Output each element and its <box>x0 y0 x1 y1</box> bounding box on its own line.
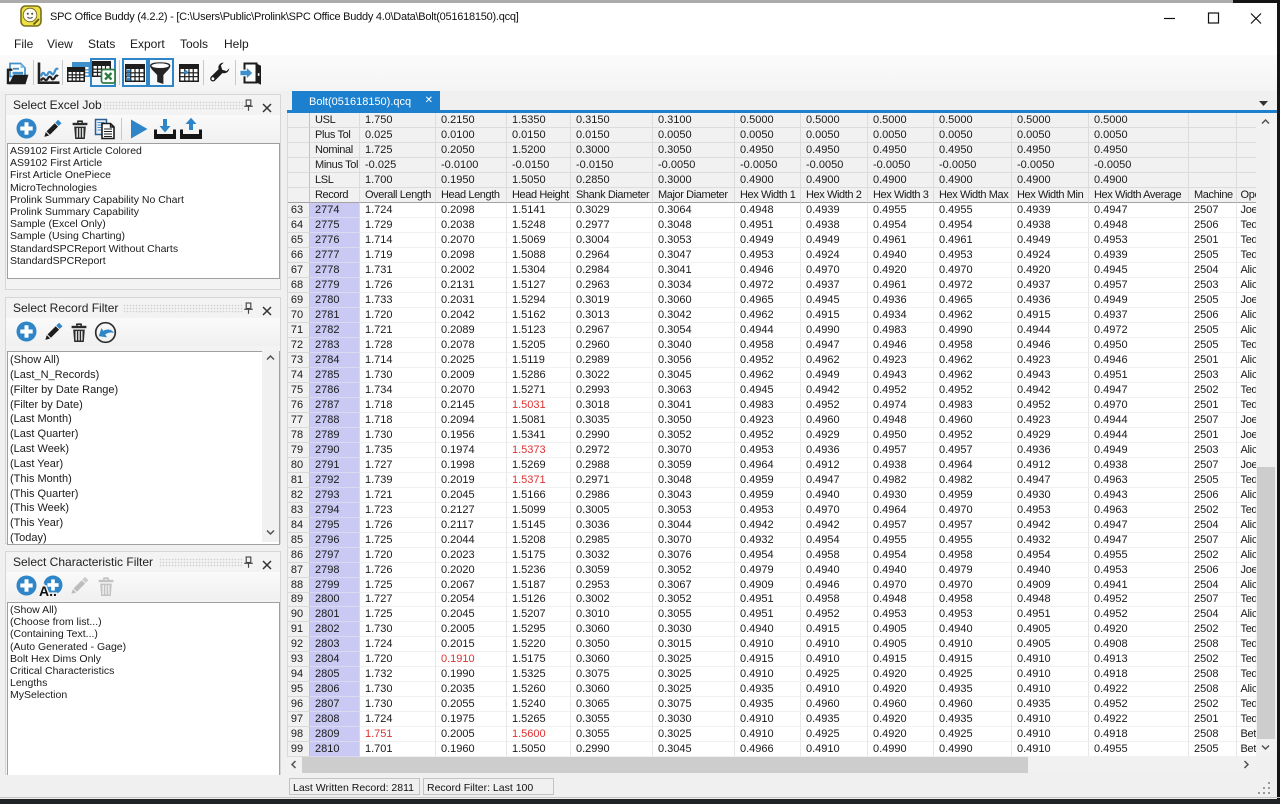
svg-text:A..: A.. <box>39 583 57 597</box>
